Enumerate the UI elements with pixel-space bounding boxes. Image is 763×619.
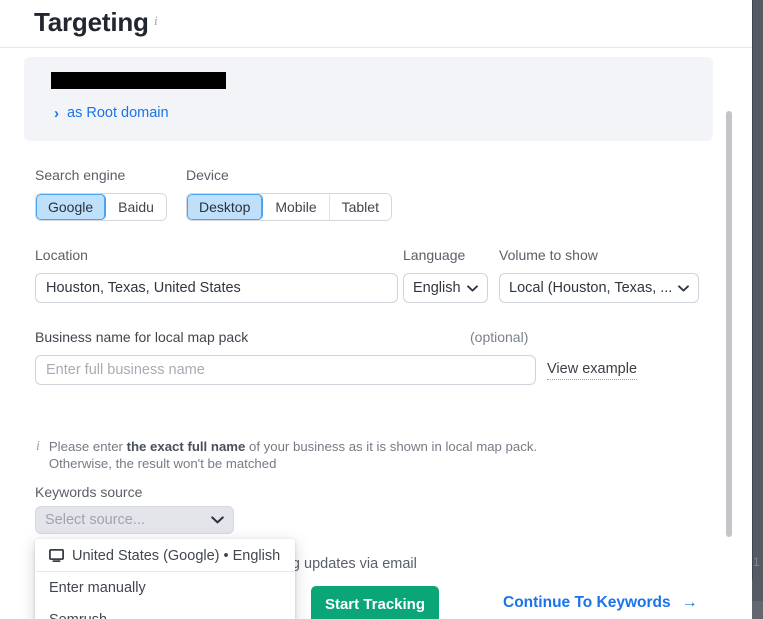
continue-to-keywords-label: Continue To Keywords bbox=[503, 593, 671, 613]
business-name-label: Business name for local map pack bbox=[35, 328, 248, 346]
arrow-right-icon: → bbox=[682, 593, 698, 613]
app-screen: Targeting i › as Root domain Search engi… bbox=[0, 0, 763, 619]
menu-item-enter-manually[interactable]: Enter manually bbox=[35, 572, 295, 604]
device-label: Device bbox=[186, 166, 229, 184]
hint-line1-before: Please enter bbox=[49, 439, 127, 454]
page-header: Targeting i bbox=[0, 0, 752, 48]
device-option-mobile[interactable]: Mobile bbox=[263, 194, 329, 220]
continue-to-keywords-button[interactable]: Continue To Keywords → bbox=[503, 593, 698, 613]
scrollbar-thumb[interactable] bbox=[726, 111, 732, 537]
info-icon: i bbox=[36, 438, 40, 472]
desktop-background-strip: 1 bbox=[752, 0, 763, 619]
scrollbar-track[interactable] bbox=[726, 111, 732, 619]
domain-panel: › as Root domain bbox=[24, 57, 713, 141]
search-engine-label: Search engine bbox=[35, 166, 125, 184]
menu-item-label: United States (Google) • English bbox=[72, 540, 280, 572]
volume-label: Volume to show bbox=[499, 246, 598, 264]
search-engine-toggle[interactable]: Google Baidu bbox=[35, 193, 167, 221]
root-domain-link[interactable]: › as Root domain bbox=[54, 104, 169, 122]
hint-line2: Otherwise, the result won't be matched bbox=[49, 456, 277, 471]
menu-item-semrush[interactable]: Semrush bbox=[35, 604, 295, 619]
keywords-source-label: Keywords source bbox=[35, 483, 142, 501]
info-icon[interactable]: i bbox=[154, 13, 158, 29]
optional-tag: (optional) bbox=[470, 328, 528, 346]
device-toggle[interactable]: Desktop Mobile Tablet bbox=[186, 193, 392, 221]
desktop-strip-number: 1 bbox=[753, 556, 760, 568]
search-engine-option-baidu[interactable]: Baidu bbox=[106, 194, 166, 220]
desktop-taskbar-sliver bbox=[752, 601, 763, 619]
language-label: Language bbox=[403, 246, 465, 264]
volume-select[interactable]: Local (Houston, Texas, ... bbox=[499, 273, 699, 303]
menu-item-label: Enter manually bbox=[49, 572, 146, 604]
view-example-link[interactable]: View example bbox=[547, 360, 637, 380]
chevron-down-icon bbox=[678, 279, 689, 297]
chevron-down-icon bbox=[211, 511, 224, 529]
chevron-down-icon bbox=[467, 279, 478, 297]
keywords-source-menu: United States (Google) • English Enter m… bbox=[35, 539, 295, 619]
hint-line1-after: of your business as it is shown in local… bbox=[245, 439, 537, 454]
business-name-input[interactable] bbox=[35, 355, 536, 385]
chevron-right-icon: › bbox=[54, 106, 59, 121]
domain-redacted-bar bbox=[51, 72, 226, 89]
targeting-form: › as Root domain Search engine Google Ba… bbox=[0, 49, 752, 619]
volume-value: Local (Houston, Texas, ... bbox=[509, 274, 671, 302]
menu-item-united-states-google-english[interactable]: United States (Google) • English bbox=[35, 540, 295, 572]
language-value: English bbox=[413, 274, 460, 302]
menu-item-label: Semrush bbox=[49, 604, 107, 619]
hint-line1-bold: the exact full name bbox=[127, 439, 246, 454]
search-engine-option-google[interactable]: Google bbox=[36, 194, 106, 220]
location-input[interactable] bbox=[35, 273, 398, 303]
start-tracking-button[interactable]: Start Tracking bbox=[311, 586, 439, 619]
business-name-hint: i Please enter the exact full name of yo… bbox=[36, 438, 556, 472]
root-domain-label: as Root domain bbox=[67, 104, 169, 122]
monitor-icon bbox=[49, 549, 64, 563]
device-option-desktop[interactable]: Desktop bbox=[187, 194, 263, 220]
keywords-source-select[interactable]: Select source... bbox=[35, 506, 234, 534]
window-seam bbox=[752, 0, 753, 580]
page-title: Targeting bbox=[34, 5, 149, 39]
language-select[interactable]: English bbox=[403, 273, 488, 303]
keywords-source-placeholder: Select source... bbox=[45, 507, 211, 533]
location-label: Location bbox=[35, 246, 88, 264]
hint-text: Please enter the exact full name of your… bbox=[49, 438, 537, 472]
device-option-tablet[interactable]: Tablet bbox=[330, 194, 391, 220]
